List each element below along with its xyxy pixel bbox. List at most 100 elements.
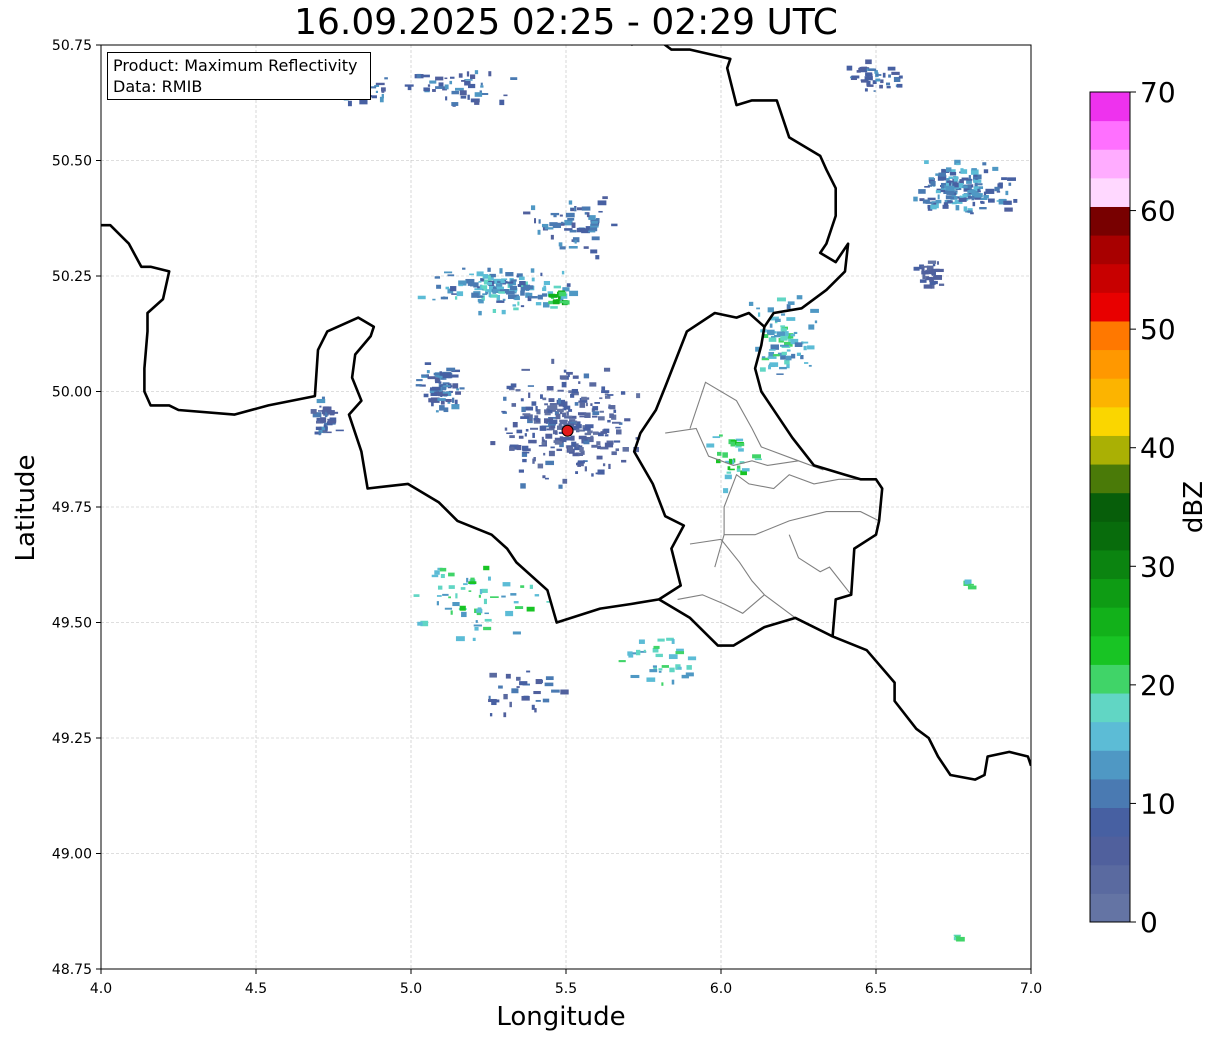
echo-pixel bbox=[480, 82, 483, 86]
echo-pixel bbox=[473, 624, 483, 627]
country-border bbox=[753, 326, 884, 637]
echo-pixel bbox=[375, 82, 385, 86]
echo-pixel bbox=[436, 595, 442, 597]
data-source-label: Data: RMIB bbox=[113, 77, 203, 96]
echo-pixel bbox=[609, 413, 614, 419]
echo-pixel bbox=[463, 583, 468, 586]
echo-pixel bbox=[1003, 200, 1012, 205]
echo-pixel bbox=[572, 375, 579, 379]
echo-pixel bbox=[604, 442, 614, 448]
echo-pixel bbox=[476, 612, 482, 616]
echo-pixel bbox=[523, 211, 531, 215]
echo-pixel bbox=[814, 320, 818, 324]
echo-pixel bbox=[773, 354, 780, 357]
echo-pixel bbox=[781, 313, 786, 316]
grid-lines bbox=[100, 44, 1032, 970]
echo-pixel bbox=[518, 469, 524, 473]
echo-pixel bbox=[875, 78, 881, 82]
echo-pixel bbox=[597, 416, 605, 421]
colorbar-segment bbox=[1090, 607, 1130, 637]
echo-pixel bbox=[528, 392, 531, 398]
echo-pixel bbox=[624, 418, 631, 422]
echo-pixel bbox=[888, 74, 891, 78]
echo-pixel bbox=[958, 197, 967, 202]
colorbar-segment bbox=[1090, 149, 1130, 179]
colorbar-segment bbox=[1090, 836, 1130, 866]
echo-pixel bbox=[549, 222, 558, 227]
echo-pixel bbox=[488, 291, 492, 298]
echo-pixel bbox=[427, 84, 431, 87]
echo-pixel bbox=[935, 268, 944, 273]
echo-pixel bbox=[918, 189, 926, 194]
echo-pixel bbox=[533, 457, 536, 462]
echo-pixel bbox=[517, 301, 520, 306]
y-axis-ticks: 48.75 49.00 49.25 49.50 49.75 50.00 50.25 50.50… bbox=[52, 38, 101, 978]
colorbar-segment bbox=[1090, 120, 1130, 150]
echo-pixel bbox=[646, 677, 656, 682]
echo-pixel bbox=[591, 473, 594, 477]
colorbar-segment bbox=[1090, 320, 1130, 351]
echo-pixel bbox=[469, 273, 474, 276]
echo-pixel bbox=[548, 293, 556, 298]
echo-pixel bbox=[440, 574, 445, 579]
echo-pixel bbox=[434, 570, 440, 575]
echo-pixel bbox=[533, 690, 541, 695]
echo-pixel bbox=[722, 452, 728, 458]
echo-pixel bbox=[972, 201, 976, 207]
echo-pixel bbox=[553, 214, 557, 218]
echo-pixel bbox=[807, 345, 815, 350]
echo-pixel bbox=[521, 406, 526, 413]
echo-pixel bbox=[785, 355, 792, 361]
echo-pixel bbox=[554, 431, 558, 435]
echo-pixel bbox=[564, 219, 573, 226]
echo-pixel bbox=[938, 172, 946, 177]
y-tick-label: 49.00 bbox=[52, 847, 92, 863]
echo-pixel bbox=[520, 585, 525, 588]
echo-pixel bbox=[474, 100, 480, 105]
echo-pixel bbox=[335, 429, 344, 432]
echo-pixel bbox=[472, 637, 476, 642]
echo-pixel bbox=[985, 188, 995, 194]
colorbar-tick-label: 0 bbox=[1140, 906, 1158, 939]
colorbar-segment bbox=[1090, 263, 1130, 293]
echo-pixel bbox=[945, 167, 952, 172]
echo-pixel bbox=[452, 383, 459, 389]
echo-pixel bbox=[522, 451, 530, 454]
echo-pixel bbox=[526, 285, 534, 290]
echo-pixel bbox=[768, 337, 777, 342]
echo-pixel bbox=[620, 391, 626, 395]
echo-pixel bbox=[994, 186, 1000, 192]
echo-pixel bbox=[444, 607, 453, 610]
echo-pixel bbox=[558, 242, 563, 247]
echo-pixel bbox=[316, 398, 326, 404]
echo-pixel bbox=[535, 406, 538, 412]
echo-pixel bbox=[653, 645, 660, 649]
echo-pixel bbox=[970, 212, 974, 215]
echo-pixel bbox=[591, 415, 598, 418]
echo-pixel bbox=[559, 375, 568, 380]
echo-pixel bbox=[537, 229, 541, 235]
echo-pixel bbox=[416, 73, 421, 79]
echo-pixel bbox=[594, 402, 600, 404]
echo-pixel bbox=[438, 82, 444, 87]
echo-pixel bbox=[591, 444, 598, 448]
echo-pixel bbox=[898, 75, 903, 79]
echo-pixel bbox=[522, 413, 531, 416]
echo-pixel bbox=[525, 406, 534, 411]
echo-pixel bbox=[730, 441, 736, 447]
echo-pixel bbox=[932, 263, 936, 267]
echo-pixel bbox=[775, 318, 781, 322]
echo-pixel bbox=[886, 82, 891, 86]
echo-pixel bbox=[459, 387, 465, 390]
echo-pixel bbox=[956, 163, 960, 166]
echo-pixel bbox=[436, 284, 442, 289]
echo-pixel bbox=[540, 272, 543, 277]
echo-pixel bbox=[444, 77, 448, 80]
echo-pixel bbox=[983, 169, 989, 174]
echo-pixel bbox=[655, 653, 663, 658]
echo-pixel bbox=[583, 246, 589, 249]
echo-pixel bbox=[602, 463, 606, 467]
colorbar-tick-label: 10 bbox=[1140, 787, 1176, 820]
echo-pixel bbox=[429, 80, 437, 84]
echo-pixel bbox=[512, 304, 517, 307]
